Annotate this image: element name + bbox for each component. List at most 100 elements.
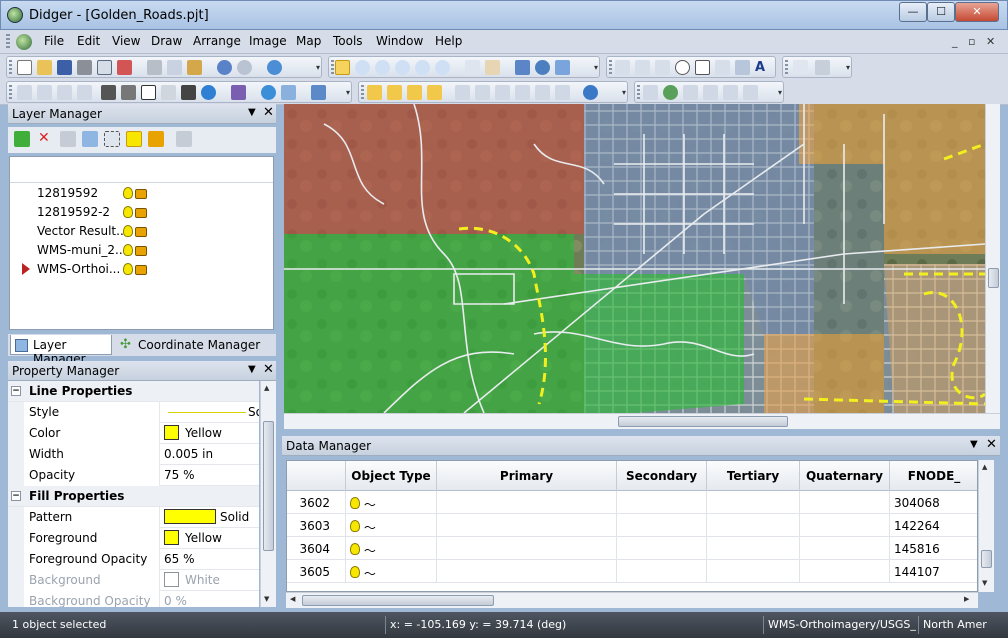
layer-name[interactable]: WMS-Orthoi...	[37, 262, 120, 276]
column-header-fnode[interactable]: FNODE_	[890, 461, 977, 491]
grid-icon[interactable]	[555, 60, 570, 75]
toolbar-grip[interactable]	[9, 60, 12, 74]
table-row[interactable]: 3605 〜 144107	[287, 560, 977, 583]
minimize-button[interactable]: —	[899, 2, 927, 22]
polygon-icon[interactable]	[655, 60, 670, 75]
menu-tools[interactable]: Tools	[333, 34, 363, 48]
visibility-bulb-icon[interactable]	[123, 244, 133, 256]
delete-layer-icon[interactable]: ✕	[38, 131, 54, 147]
cell-fnode[interactable]: 142264	[890, 514, 977, 537]
redo-icon[interactable]	[237, 60, 252, 75]
cell-primary[interactable]	[437, 491, 617, 514]
toolbar-overflow-icon[interactable]: ▾	[778, 88, 782, 97]
undo-icon[interactable]	[217, 60, 232, 75]
lock-icon[interactable]	[135, 246, 147, 256]
georeference-icon[interactable]	[663, 85, 678, 100]
zoom-rectangle-icon[interactable]	[395, 60, 410, 75]
prop-fill-pattern[interactable]: Pattern Solid	[8, 507, 259, 528]
table-row[interactable]: 3603 〜 142264	[287, 514, 977, 537]
to-front-icon[interactable]	[101, 85, 116, 100]
property-manager-close-button[interactable]: ✕	[263, 362, 274, 377]
lock-icon[interactable]	[135, 189, 147, 199]
scrollbar-thumb[interactable]	[302, 595, 494, 606]
menu-arrange[interactable]: Arrange	[193, 34, 241, 48]
column-header-quaternary[interactable]: Quaternary	[800, 461, 890, 491]
prop-fill-foreground[interactable]: Foreground Yellow	[8, 528, 259, 549]
column-header-primary[interactable]: Primary	[437, 461, 617, 491]
cell-quaternary[interactable]	[800, 491, 890, 514]
toolbar-grip[interactable]	[609, 60, 612, 74]
menu-window[interactable]: Window	[376, 34, 423, 48]
polygon-topology-icon[interactable]	[311, 85, 326, 100]
break-icon[interactable]	[57, 85, 72, 100]
slash-icon[interactable]	[161, 85, 176, 100]
prop-line-opacity[interactable]: Opacity 75 %	[8, 465, 259, 486]
toolbar-overflow-icon[interactable]: ▾	[846, 63, 850, 72]
ungroup-icon[interactable]	[387, 85, 402, 100]
menu-edit[interactable]: Edit	[77, 34, 100, 48]
online-maps-icon[interactable]	[267, 60, 282, 75]
layer-visible-icon[interactable]	[126, 131, 142, 147]
layer-name[interactable]: WMS-muni_2...	[37, 243, 126, 257]
layer-options-icon[interactable]	[176, 131, 192, 147]
menu-map[interactable]: Map	[296, 34, 321, 48]
prop-fill-background-opacity[interactable]: Background Opacity 0 %	[8, 591, 259, 607]
data-horizontal-scrollbar[interactable]: ◀ ▶	[286, 592, 978, 608]
map-vertical-scrollbar[interactable]	[985, 104, 1000, 413]
visibility-bulb-icon[interactable]	[123, 206, 133, 218]
cell-secondary[interactable]	[617, 537, 707, 560]
layer-stack-icon[interactable]	[82, 131, 98, 147]
line-properties-section[interactable]: − Line Properties	[8, 381, 259, 402]
toolbar-grip[interactable]	[785, 60, 788, 74]
add-layer-icon[interactable]	[14, 131, 30, 147]
layer-row[interactable]: WMS-muni_2...	[10, 241, 273, 260]
lock-icon[interactable]	[135, 265, 147, 275]
cell-tertiary[interactable]	[707, 491, 800, 514]
menu-draw[interactable]: Draw	[151, 34, 182, 48]
scroll-up-icon[interactable]: ▲	[982, 463, 987, 471]
open-icon[interactable]	[37, 60, 52, 75]
cell-object-type[interactable]: 〜	[346, 560, 437, 583]
menu-view[interactable]: View	[112, 34, 140, 48]
globe-icon[interactable]	[535, 60, 550, 75]
paste-icon[interactable]	[187, 60, 202, 75]
align-left-icon[interactable]	[455, 85, 470, 100]
visibility-bulb-icon[interactable]	[123, 225, 133, 237]
copy-icon[interactable]	[167, 60, 182, 75]
align-bottom-icon[interactable]	[555, 85, 570, 100]
column-header-secondary[interactable]: Secondary	[617, 461, 707, 491]
layer-name[interactable]: 12819592-2	[37, 205, 110, 219]
prop-value[interactable]: 65 %	[164, 552, 195, 566]
toolbar-grip[interactable]	[361, 85, 364, 99]
calculate-icon[interactable]	[683, 85, 698, 100]
cell-secondary[interactable]	[617, 560, 707, 583]
fill-properties-section[interactable]: − Fill Properties	[8, 486, 259, 507]
cell-fnode[interactable]: 144107	[890, 560, 977, 583]
cell-primary[interactable]	[437, 560, 617, 583]
toolbar-overflow-icon[interactable]: ▾	[316, 63, 320, 72]
cell-object-type[interactable]: 〜	[346, 514, 437, 537]
maximize-button[interactable]: ☐	[927, 2, 955, 22]
zoom-selected-icon[interactable]	[435, 60, 450, 75]
scrollbar-thumb[interactable]	[263, 421, 274, 551]
pin-icon[interactable]: ▼	[970, 439, 978, 450]
mdi-close-button[interactable]: ✕	[986, 35, 995, 48]
combine-icon[interactable]	[407, 85, 422, 100]
toolbar-overflow-icon[interactable]: ▾	[346, 88, 350, 97]
lock-icon[interactable]	[135, 227, 147, 237]
uncombine-icon[interactable]	[427, 85, 442, 100]
cell-secondary[interactable]	[617, 491, 707, 514]
menu-image[interactable]: Image	[249, 34, 287, 48]
print-icon[interactable]	[77, 60, 92, 75]
graticule-icon[interactable]	[281, 85, 296, 100]
align-middle-icon[interactable]	[535, 85, 550, 100]
toolbar-grip[interactable]	[331, 60, 334, 74]
zoom-page-icon[interactable]	[465, 60, 480, 75]
toolbar-overflow-icon[interactable]: ▾	[622, 88, 626, 97]
group-icon[interactable]	[367, 85, 382, 100]
prop-line-style[interactable]: Style So	[8, 402, 259, 423]
zoom-full-icon[interactable]	[415, 60, 430, 75]
mdi-minimize-button[interactable]: _	[952, 35, 958, 48]
visibility-bulb-icon[interactable]	[123, 187, 133, 199]
cell-tertiary[interactable]	[707, 537, 800, 560]
